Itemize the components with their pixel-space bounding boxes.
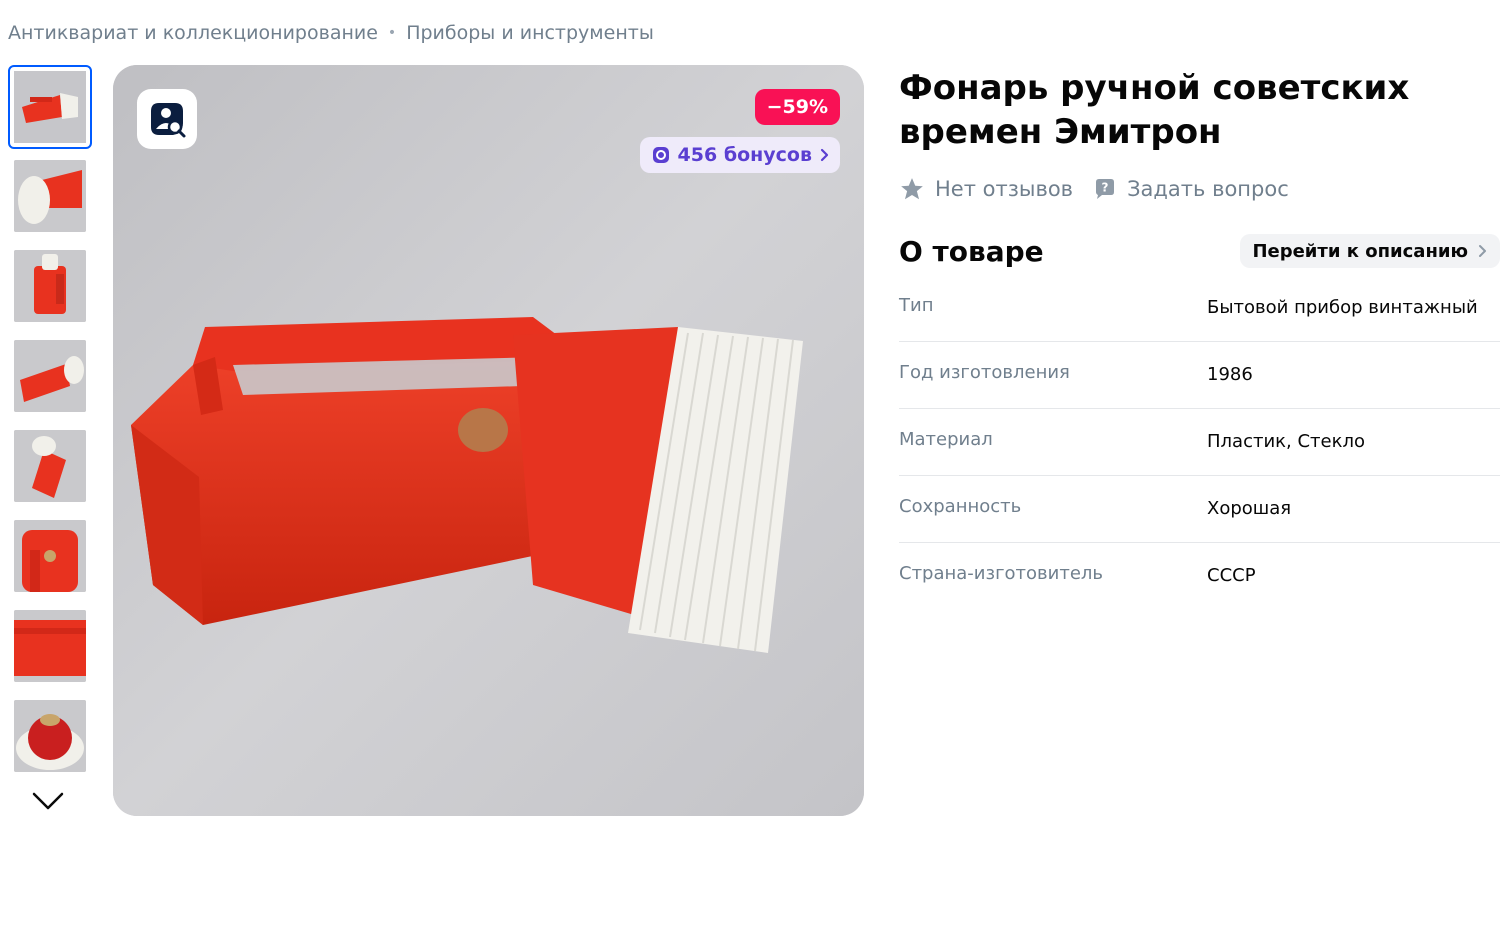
- product-meta: Нет отзывов ? Задать вопрос: [899, 176, 1289, 202]
- star-icon: [901, 178, 923, 200]
- thumbnail-7-image: [14, 610, 86, 682]
- thumbnail-6-image: [14, 520, 86, 592]
- property-name: Материал: [899, 429, 993, 450]
- breadcrumb: Антиквариат и коллекционирование • Прибо…: [8, 22, 654, 44]
- go-to-description-button[interactable]: Перейти к описанию: [1240, 234, 1500, 268]
- ask-question-text: Задать вопрос: [1127, 177, 1289, 201]
- thumbnail-4[interactable]: [14, 340, 86, 412]
- property-name: Сохранность: [899, 496, 1022, 517]
- about-section-header: О товаре Перейти к описанию: [899, 232, 1500, 270]
- thumbnail-1[interactable]: [8, 65, 92, 149]
- reviews-text: Нет отзывов: [935, 177, 1074, 201]
- thumbnails-scroll-button[interactable]: [28, 786, 68, 816]
- property-row: Год изготовления 1986: [899, 342, 1500, 409]
- about-title: О товаре: [899, 234, 1044, 268]
- thumbnail-1-image: [14, 71, 86, 143]
- product-photo: [113, 65, 864, 816]
- property-row: Материал Пластик, Стекло: [899, 409, 1500, 476]
- photo-search-icon: [151, 103, 186, 138]
- breadcrumb-item-antiques[interactable]: Антиквариат и коллекционирование: [8, 22, 378, 44]
- reviews-link[interactable]: Нет отзывов: [899, 176, 1073, 202]
- product-properties: Тип Бытовой прибор винтажный Год изготов…: [899, 275, 1500, 610]
- product-title: Фонарь ручной советских времен Эмитрон: [899, 68, 1410, 152]
- svg-text:?: ?: [1102, 181, 1109, 195]
- property-name: Страна-изготовитель: [899, 563, 1104, 584]
- thumbnail-list: [8, 65, 92, 790]
- property-value: Хорошая: [1207, 498, 1292, 519]
- property-value: Бытовой прибор винтажный: [1207, 297, 1478, 318]
- question-bubble-icon: ?: [1096, 179, 1115, 199]
- property-row: Тип Бытовой прибор винтажный: [899, 275, 1500, 342]
- chevron-down-icon: [32, 792, 64, 810]
- thumbnail-3-image: [14, 250, 86, 322]
- bonus-coin-icon: [652, 147, 669, 163]
- thumbnail-6[interactable]: [14, 520, 86, 592]
- thumbnail-7[interactable]: [14, 610, 86, 682]
- photo-search-button[interactable]: [137, 89, 197, 149]
- property-name: Тип: [899, 295, 934, 316]
- property-row: Страна-изготовитель СССР: [899, 543, 1500, 610]
- thumbnail-5-image: [14, 430, 86, 502]
- breadcrumb-separator: •: [387, 25, 397, 41]
- property-value: Пластик, Стекло: [1207, 431, 1365, 452]
- property-value: СССР: [1207, 565, 1256, 586]
- chevron-right-icon: [1479, 245, 1486, 257]
- bonus-text: 456 бонусов: [677, 144, 812, 166]
- thumbnail-8-image: [14, 700, 86, 772]
- main-product-image[interactable]: −59% 456 бонусов: [113, 65, 864, 816]
- ask-question-link[interactable]: ? Задать вопрос: [1093, 177, 1289, 201]
- thumbnail-3[interactable]: [14, 250, 86, 322]
- thumbnail-4-image: [14, 340, 86, 412]
- thumbnail-2[interactable]: [14, 160, 86, 232]
- property-row: Сохранность Хорошая: [899, 476, 1500, 543]
- thumbnail-8[interactable]: [14, 700, 86, 772]
- chevron-right-icon: [820, 148, 829, 162]
- go-to-description-label: Перейти к описанию: [1252, 240, 1468, 262]
- thumbnail-2-image: [14, 160, 86, 232]
- property-value: 1986: [1207, 364, 1253, 385]
- bonus-badge[interactable]: 456 бонусов: [639, 137, 840, 173]
- breadcrumb-item-instruments[interactable]: Приборы и инструменты: [406, 22, 654, 44]
- property-name: Год изготовления: [899, 362, 1070, 383]
- discount-badge: −59%: [754, 89, 840, 125]
- thumbnail-5[interactable]: [14, 430, 86, 502]
